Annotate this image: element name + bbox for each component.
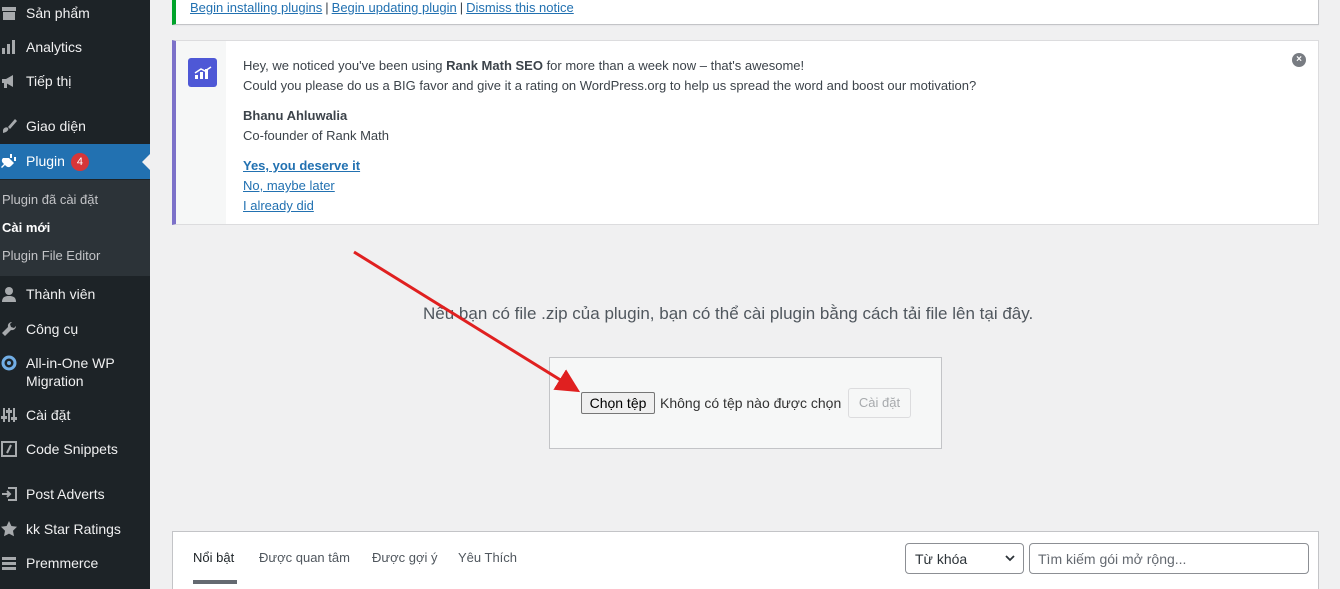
plugin-filter-bar: Nổi bật Được quan tâm Được gợi ý Yêu Thí… [172, 531, 1319, 589]
paintbrush-icon [0, 117, 18, 135]
tab-featured[interactable]: Nổi bật [193, 550, 234, 565]
menu-label: Công cụ [26, 321, 79, 337]
plug-icon [0, 152, 18, 170]
menu-item-users[interactable]: Thành viên [0, 285, 150, 305]
author-title: Co-founder of Rank Math [243, 128, 389, 143]
upload-form: Chọn tệp Không có tệp nào được chọn Cài … [549, 357, 942, 449]
update-count-badge: 4 [70, 153, 89, 172]
menu-label: Giao diện [26, 118, 86, 134]
chevron-down-icon [1005, 555, 1015, 562]
close-icon[interactable]: × [1292, 53, 1306, 67]
rankmath-logo-icon [188, 58, 217, 87]
submenu-add-new[interactable]: Cài mới [2, 220, 50, 235]
menu-item-analytics[interactable]: Analytics [0, 38, 150, 58]
search-plugins-input[interactable] [1029, 543, 1309, 574]
megaphone-icon [0, 72, 18, 90]
tab-popular[interactable]: Được quan tâm [259, 550, 350, 565]
rankmath-review-notice: Hey, we noticed you've been using Rank M… [172, 40, 1319, 225]
menu-label: Premmerce [26, 555, 99, 571]
settings-sliders-icon [0, 406, 18, 424]
rate-yes-link[interactable]: Yes, you deserve it [243, 158, 360, 173]
signin-icon [0, 485, 18, 503]
menu-label: Sản phẩm [26, 5, 90, 21]
notice-line-1: Hey, we noticed you've been using Rank M… [243, 58, 805, 73]
submenu-plugin-file-editor[interactable]: Plugin File Editor [2, 248, 100, 263]
menu-label: Plugin 4 [26, 152, 89, 172]
install-now-button[interactable]: Cài đặt [848, 388, 911, 418]
search-type-select[interactable]: Từ khóa [905, 543, 1024, 574]
menu-item-tools[interactable]: Công cụ [0, 320, 150, 340]
wrench-icon [0, 320, 18, 338]
menu-label: Tiếp thị [26, 73, 72, 89]
plugins-submenu: Plugin đã cài đặt Cài mới Plugin File Ed… [0, 180, 150, 276]
menu-item-all-in-one-migration[interactable]: All-in-One WP Migration [0, 354, 150, 392]
begin-updating-link[interactable]: Begin updating plugin [332, 0, 457, 15]
menu-item-plugins[interactable]: Plugin 4 [0, 144, 150, 179]
menu-label: Cài đặt [26, 407, 71, 423]
already-did-link[interactable]: I already did [243, 198, 314, 213]
maybe-later-link[interactable]: No, maybe later [243, 178, 335, 193]
menu-label: kk Star Ratings [26, 521, 121, 537]
menu-item-code-snippets[interactable]: Code Snippets [0, 440, 150, 460]
menu-label: All-in-One WP Migration [26, 355, 115, 389]
menu-label: Post Adverts [26, 486, 105, 502]
archive-icon [0, 4, 18, 22]
star-icon [0, 520, 18, 538]
notice-line-2: Could you please do us a BIG favor and g… [243, 78, 977, 93]
migration-icon [0, 354, 18, 372]
select-value: Từ khóa [915, 551, 968, 567]
code-icon [0, 440, 18, 458]
user-icon [0, 285, 18, 303]
link-separator: | [459, 0, 464, 15]
menu-item-products[interactable]: Sản phẩm [0, 4, 150, 24]
menu-item-appearance[interactable]: Giao diện [0, 117, 150, 137]
menu-item-settings[interactable]: Cài đặt [0, 406, 150, 426]
chart-bar-icon [0, 38, 18, 56]
submenu-installed-plugins[interactable]: Plugin đã cài đặt [2, 192, 98, 207]
notice-icon-column [176, 41, 226, 224]
menu-label: Thành viên [26, 286, 96, 302]
tab-favorites[interactable]: Yêu Thích [458, 550, 517, 565]
author-name: Bhanu Ahluwalia [243, 108, 348, 123]
menu-item-premmerce[interactable]: Premmerce [0, 554, 150, 574]
choose-file-button[interactable]: Chọn tệp [581, 392, 655, 414]
plugin-notice: Begin installing plugins | Begin updating … [172, 0, 1319, 25]
notice-body: Hey, we noticed you've been using Rank M… [243, 56, 976, 216]
active-tab-indicator [193, 580, 237, 584]
begin-installing-link[interactable]: Begin installing plugins [190, 0, 322, 15]
dismiss-notice-link[interactable]: Dismiss this notice [466, 0, 574, 15]
file-status-text: Không có tệp nào được chọn [660, 395, 842, 411]
link-separator: | [325, 0, 329, 15]
admin-sidebar: Sản phẩm Analytics Tiếp thị Giao diện Pl… [0, 0, 150, 589]
menu-label: Analytics [26, 39, 83, 55]
menu-item-marketing[interactable]: Tiếp thị [0, 72, 150, 92]
list-icon [0, 554, 18, 572]
notice-links: Begin installing plugins | Begin updating … [190, 0, 574, 15]
menu-item-kk-star-ratings[interactable]: kk Star Ratings [0, 520, 150, 540]
upload-description: Nếu bạn có file .zip của plugin, bạn có … [423, 304, 1034, 323]
menu-label: Code Snippets [26, 441, 118, 457]
menu-item-post-adverts[interactable]: Post Adverts [0, 485, 150, 505]
tab-recommended[interactable]: Được gợi ý [372, 550, 437, 565]
